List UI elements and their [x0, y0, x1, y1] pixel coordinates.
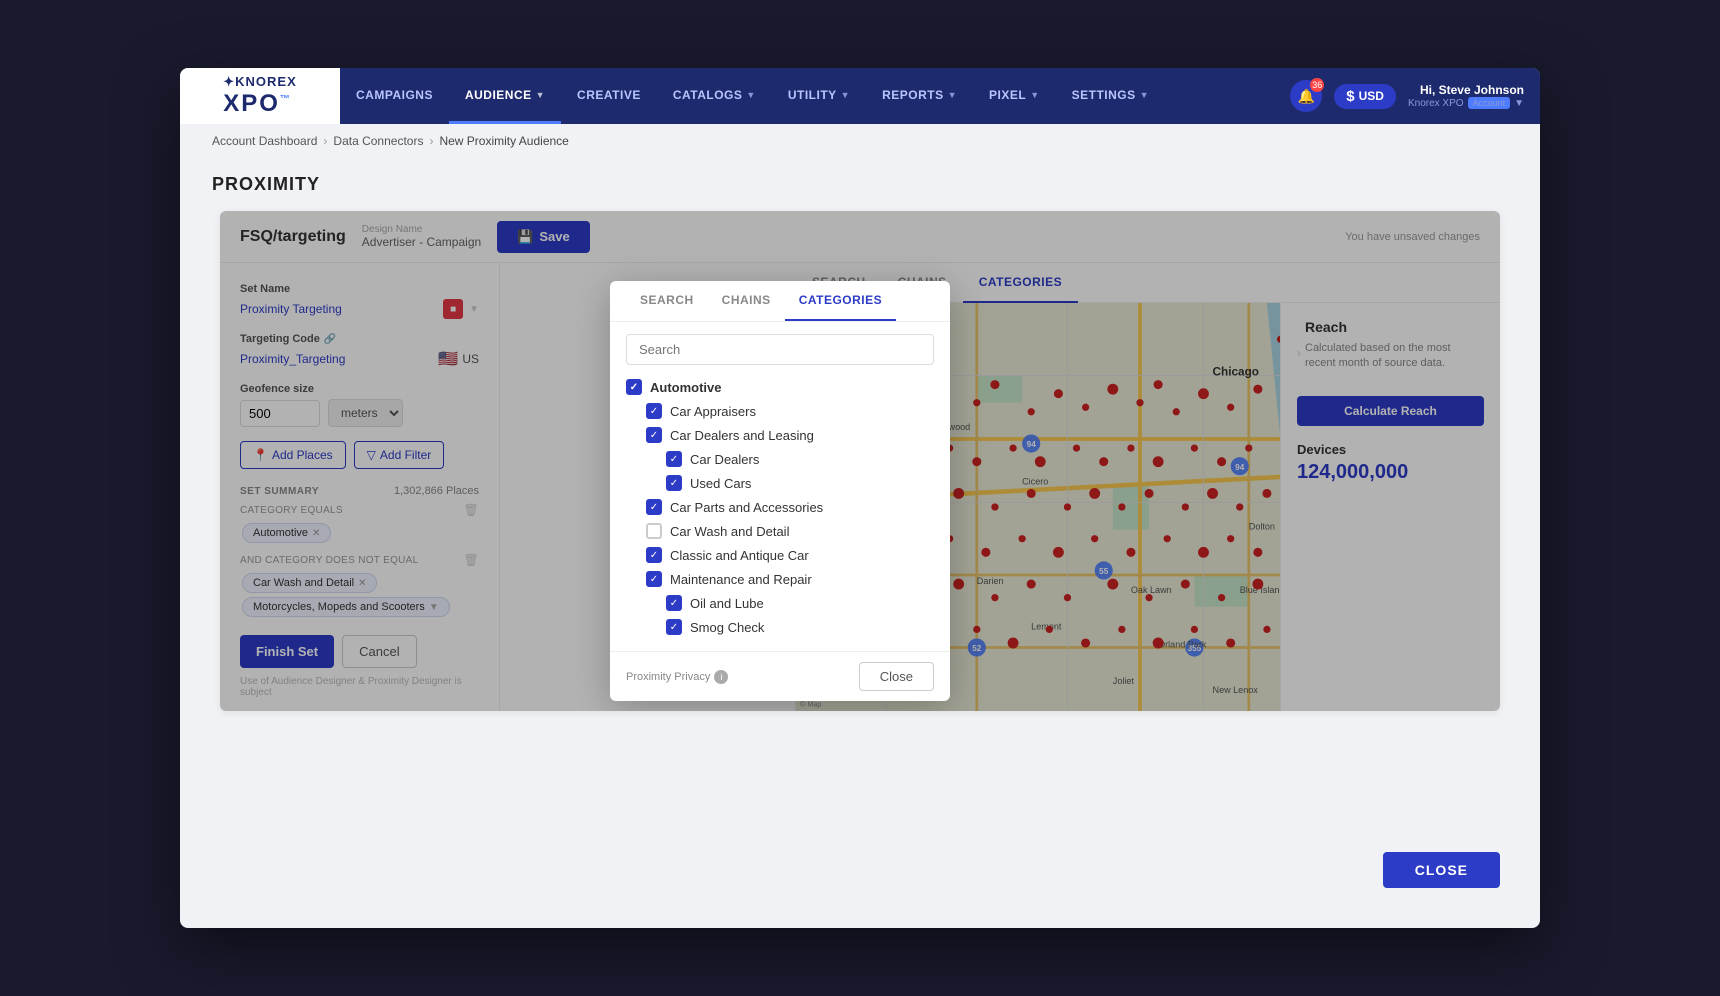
- notification-badge: 36: [1310, 78, 1324, 92]
- bottom-close-button[interactable]: CLOSE: [1383, 852, 1500, 888]
- nav-reports[interactable]: REPORTS ▼: [866, 68, 973, 124]
- dialog-tabs: SEARCH CHAINS CATEGORIES: [610, 281, 950, 322]
- dialog-footer: Proximity Privacy i Close: [610, 651, 950, 701]
- breadcrumb-current: New Proximity Audience: [439, 134, 568, 148]
- categories-dialog: SEARCH CHAINS CATEGORIES ✓ Automotive: [610, 281, 950, 701]
- nav-catalogs[interactable]: CATALOGS ▼: [657, 68, 772, 124]
- chevron-down-icon: ▼: [948, 90, 957, 100]
- list-item: ✓ Maintenance and Repair: [626, 567, 934, 591]
- dialog-tab-chains[interactable]: CHAINS: [708, 281, 785, 321]
- dialog-tab-search[interactable]: SEARCH: [626, 281, 708, 321]
- list-item: ✓ Smog Check: [626, 615, 934, 639]
- list-item: ✓ Car Dealers: [626, 447, 934, 471]
- main-panel: FSQ/targeting Design Name Advertiser - C…: [220, 211, 1500, 711]
- logo-knorex-text: ✦KNOREX: [223, 74, 297, 90]
- page-content: PROXIMITY FSQ/targeting Design Name Adve…: [180, 158, 1540, 727]
- proximity-privacy-note: Proximity Privacy i: [626, 670, 728, 684]
- page-title: PROXIMITY: [212, 174, 1508, 195]
- checkbox-automotive[interactable]: ✓: [626, 379, 642, 395]
- logo: ✦KNOREX XPO™: [180, 68, 340, 124]
- list-item: ✓ Oil and Lube: [626, 591, 934, 615]
- checkbox-classic-car[interactable]: ✓: [646, 547, 662, 563]
- checkbox-used-cars[interactable]: ✓: [666, 475, 682, 491]
- chevron-down-icon: ▼: [1030, 90, 1039, 100]
- list-item: ✓ Used Cars: [626, 471, 934, 495]
- checkbox-smog-check[interactable]: ✓: [666, 619, 682, 635]
- list-item: ✓ Classic and Antique Car: [626, 543, 934, 567]
- nav-creative[interactable]: CREATIVE: [561, 68, 657, 124]
- checkbox-car-wash[interactable]: [646, 523, 662, 539]
- nav-items: CAMPAIGNS AUDIENCE ▼ CREATIVE CATALOGS ▼…: [340, 68, 1274, 124]
- dialog-body: ✓ Automotive ✓ Car Appraisers ✓: [610, 322, 950, 651]
- chevron-down-icon: ▼: [1514, 98, 1524, 109]
- list-item: Car Wash and Detail: [626, 519, 934, 543]
- dialog-overlay: SEARCH CHAINS CATEGORIES ✓ Automotive: [220, 211, 1500, 711]
- user-info: Hi, Steve Johnson Knorex XPO Account ▼: [1408, 83, 1524, 109]
- list-item: ✓ Automotive: [626, 375, 934, 399]
- checkbox-car-appraisers[interactable]: ✓: [646, 403, 662, 419]
- checkbox-maintenance[interactable]: ✓: [646, 571, 662, 587]
- top-navigation: ✦KNOREX XPO™ CAMPAIGNS AUDIENCE ▼ CREATI…: [180, 68, 1540, 124]
- breadcrumb: Account Dashboard › Data Connectors › Ne…: [180, 124, 1540, 158]
- nav-pixel[interactable]: PIXEL ▼: [973, 68, 1056, 124]
- notification-bell[interactable]: 🔔 36: [1290, 80, 1322, 112]
- info-icon: i: [714, 670, 728, 684]
- checkbox-car-dealers-leasing[interactable]: ✓: [646, 427, 662, 443]
- chevron-down-icon: ▼: [536, 90, 545, 100]
- breadcrumb-separator: ›: [429, 134, 433, 148]
- nav-campaigns[interactable]: CAMPAIGNS: [340, 68, 449, 124]
- checkbox-car-dealers[interactable]: ✓: [666, 451, 682, 467]
- checkbox-car-parts[interactable]: ✓: [646, 499, 662, 515]
- chevron-down-icon: ▼: [746, 90, 755, 100]
- breadcrumb-account-dashboard[interactable]: Account Dashboard: [212, 134, 317, 148]
- list-item: ✓ Car Parts and Accessories: [626, 495, 934, 519]
- category-list: ✓ Automotive ✓ Car Appraisers ✓: [626, 375, 934, 639]
- category-search-input[interactable]: [626, 334, 934, 365]
- dialog-tab-categories[interactable]: CATEGORIES: [785, 281, 896, 321]
- currency-selector[interactable]: $ USD: [1334, 84, 1396, 109]
- nav-utility[interactable]: UTILITY ▼: [772, 68, 866, 124]
- close-dialog-button[interactable]: Close: [859, 662, 934, 691]
- chevron-down-icon: ▼: [1140, 90, 1149, 100]
- nav-audience[interactable]: AUDIENCE ▼: [449, 68, 561, 124]
- chevron-down-icon: ▼: [841, 90, 850, 100]
- logo-xpo-text: XPO™: [223, 90, 292, 118]
- breadcrumb-separator: ›: [323, 134, 327, 148]
- checkbox-oil-lube[interactable]: ✓: [666, 595, 682, 611]
- list-item: ✓ Car Appraisers: [626, 399, 934, 423]
- breadcrumb-data-connectors[interactable]: Data Connectors: [333, 134, 423, 148]
- list-item: ✓ Car Dealers and Leasing: [626, 423, 934, 447]
- nav-settings[interactable]: SETTINGS ▼: [1056, 68, 1165, 124]
- nav-right-area: 🔔 36 $ USD Hi, Steve Johnson Knorex XPO …: [1274, 68, 1540, 124]
